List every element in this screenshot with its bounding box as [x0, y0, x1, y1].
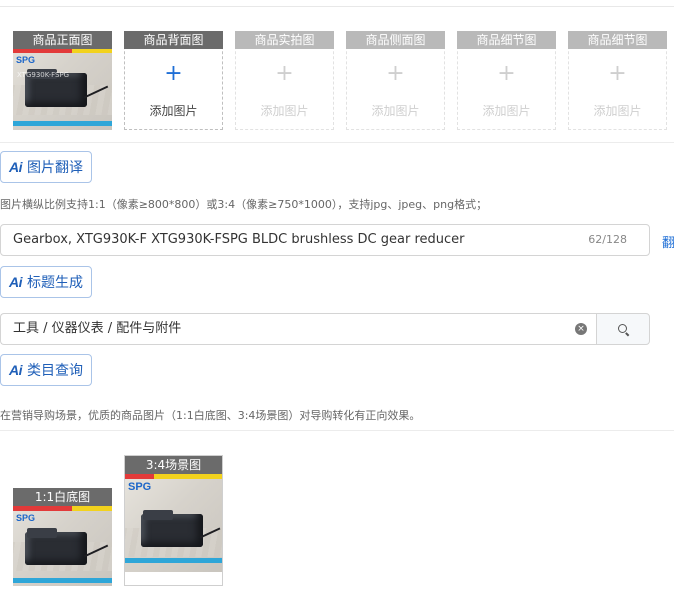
add-image-text: 添加图片 [149, 104, 198, 118]
slot-label: 商品细节图 [568, 31, 667, 49]
category-query-label: 类目查询 [27, 363, 83, 379]
image-slot-real-shot: 商品实拍图 + 添加图片 [235, 31, 334, 130]
image-slot-detail-2: 商品细节图 + 添加图片 [568, 31, 667, 130]
product-photo: SPG [125, 474, 222, 572]
image-format-hint: 图片横纵比例支持1:1（像素≥800*800）或3:4（像素≥750*1000）… [0, 198, 488, 211]
slot-label: 商品侧面图 [346, 31, 445, 49]
title-value: Gearbox, XTG930K-F XTG930K-FSPG BLDC bru… [13, 232, 465, 247]
image-slot-front[interactable]: 商品正面图 SPG XTG930K-FSPG [13, 31, 112, 130]
category-select[interactable]: 工具 / 仪器仪表 / 配件与附件 × [0, 313, 597, 345]
add-image-text: 添加图片 [482, 104, 531, 118]
slot-label: 商品细节图 [457, 31, 556, 49]
brand-logo: SPG [16, 513, 36, 523]
image-slot-detail-1: 商品细节图 + 添加图片 [457, 31, 556, 130]
image-slot-side: 商品侧面图 + 添加图片 [346, 31, 445, 130]
search-icon [618, 324, 627, 333]
brand-logo: SPG [16, 55, 36, 65]
plus-icon: + [164, 61, 183, 86]
marketing-hint: 在营销导购场景，优质的商品图片（1:1白底图、3:4场景图）对导购转化有正向效果… [0, 409, 421, 422]
plus-icon: + [275, 61, 294, 86]
title-generate-button[interactable]: Ai 标题生成 [0, 266, 92, 298]
image-translate-label: 图片翻译 [27, 160, 83, 176]
plus-icon: + [608, 61, 627, 86]
plus-icon: + [497, 61, 516, 86]
ai-icon: Ai [9, 159, 23, 175]
white-background-image-slot[interactable]: 1:1白底图 SPG [13, 488, 112, 586]
slot-label: 商品背面图 [124, 31, 223, 49]
section-divider [0, 142, 674, 143]
image-translate-button[interactable]: Ai 图片翻译 [0, 151, 92, 183]
title-input[interactable]: Gearbox, XTG930K-F XTG930K-FSPG BLDC bru… [0, 224, 650, 256]
add-image-text: 添加图片 [593, 104, 642, 118]
category-query-button[interactable]: Ai 类目查询 [0, 354, 92, 386]
section-divider [0, 430, 674, 431]
add-image-text: 添加图片 [260, 104, 309, 118]
image-slot-back[interactable]: 商品背面图 + 添加图片 [124, 31, 223, 130]
top-divider [0, 6, 674, 7]
scene-image-slot[interactable]: 3:4场景图 SPG [124, 455, 223, 586]
category-search-button[interactable] [596, 313, 650, 345]
title-char-counter: 62/128 [588, 233, 627, 246]
brand-logo: SPG [128, 481, 152, 493]
slot-label: 3:4场景图 [125, 456, 222, 474]
slot-label: 商品实拍图 [235, 31, 334, 49]
category-value: 工具 / 仪器仪表 / 配件与附件 [13, 321, 182, 336]
add-image-text: 添加图片 [371, 104, 420, 118]
translate-link[interactable]: 翻 [662, 232, 674, 251]
plus-icon: + [386, 61, 405, 86]
slot-label: 商品正面图 [13, 31, 112, 49]
title-generate-label: 标题生成 [27, 275, 83, 291]
clear-icon[interactable]: × [575, 323, 587, 335]
slot-label: 1:1白底图 [13, 488, 112, 506]
ai-icon: Ai [9, 274, 23, 290]
ai-icon: Ai [9, 362, 23, 378]
